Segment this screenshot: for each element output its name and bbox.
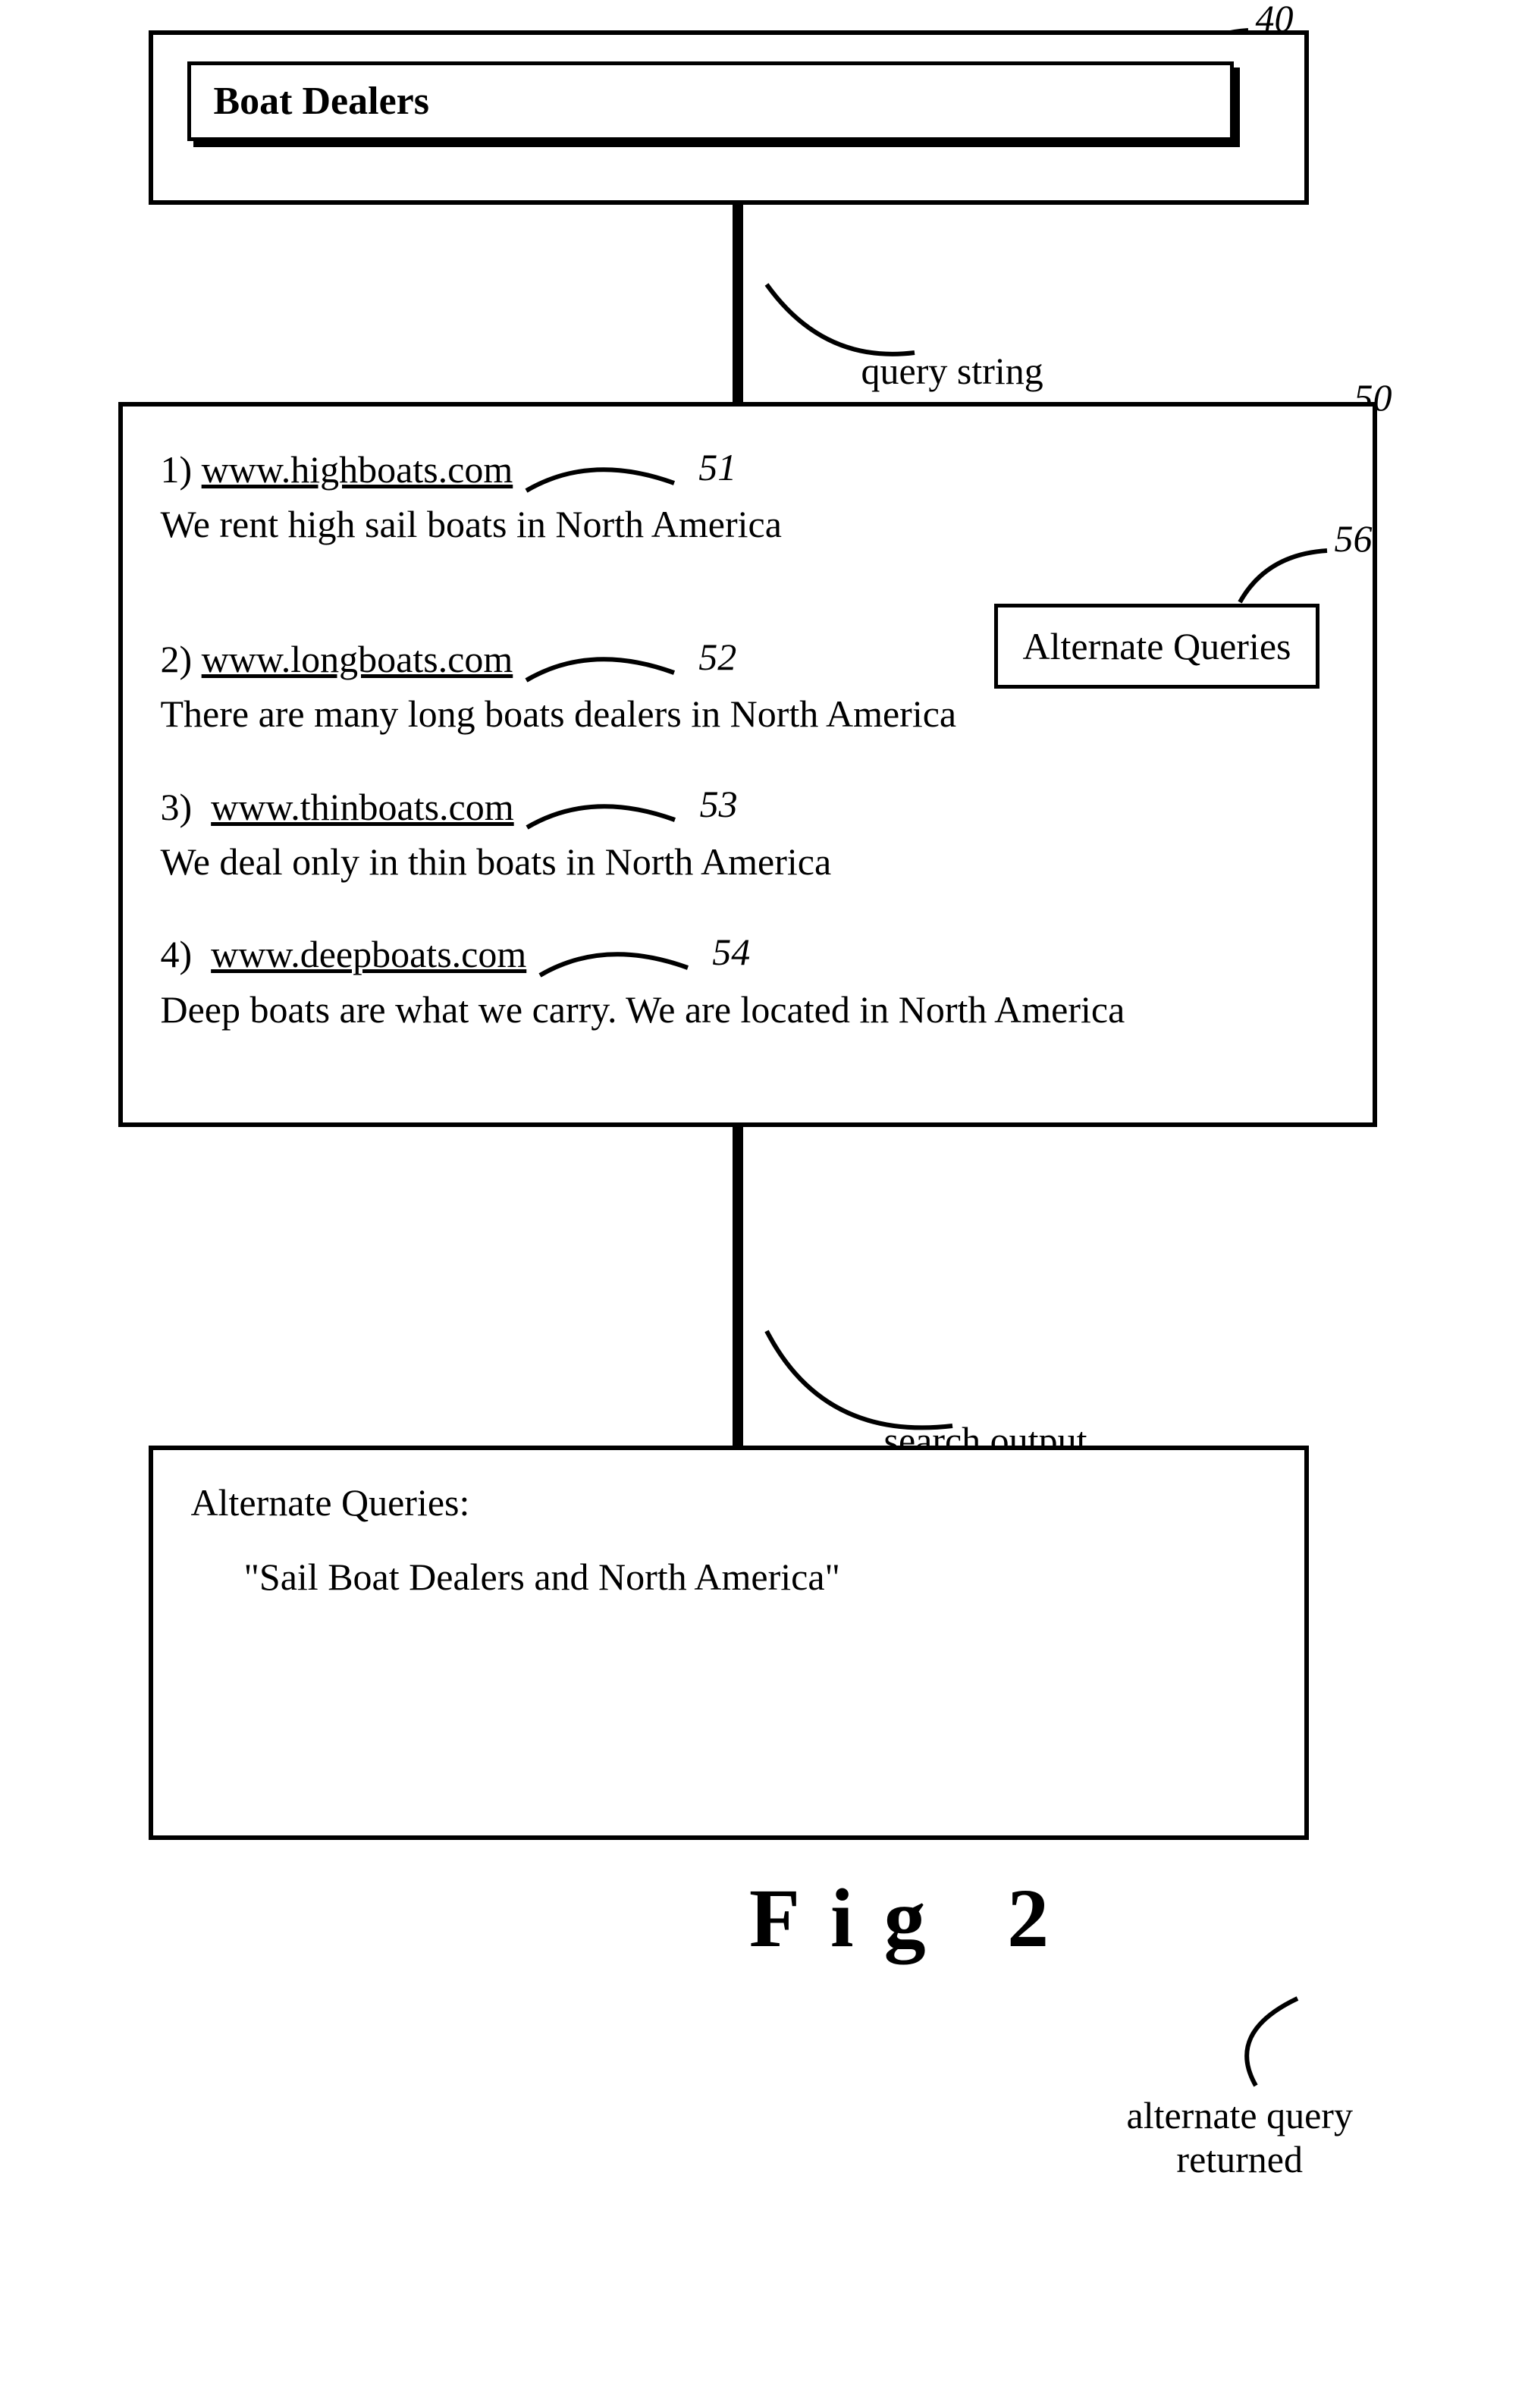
alt-title: Alternate Queries:: [191, 1480, 1266, 1524]
connector-search: [733, 1127, 743, 1446]
results-panel: 1) www.highboats.com 51 We rent high sai…: [118, 402, 1377, 1127]
ref-53: 53: [700, 783, 738, 825]
result-link[interactable]: www.longboats.com: [202, 638, 513, 680]
ref-52: 52: [698, 636, 736, 678]
label-alt-returned: alternate query returned: [1127, 2093, 1353, 2181]
ref-51: 51: [698, 446, 736, 488]
ref-56: 56: [1335, 516, 1373, 560]
figure-label: Fig 2: [384, 1870, 1445, 1967]
result-index: 2): [161, 638, 193, 680]
result-index: 3): [161, 786, 193, 828]
result-link[interactable]: www.thinboats.com: [211, 786, 514, 828]
result-item: 3) www.thinboats.com 53 We deal only in …: [161, 782, 1342, 888]
ref-54: 54: [712, 931, 750, 973]
query-input-panel: Boat Dealers: [149, 30, 1309, 205]
result-desc: We rent high sail boats in North America: [161, 503, 782, 545]
alt-query: "Sail Boat Dealers and North America": [244, 1555, 1266, 1599]
result-item: 1) www.highboats.com 51 We rent high sai…: [161, 444, 1342, 551]
result-item: 4) www.deepboats.com 54 Deep boats are w…: [161, 929, 1342, 1035]
result-index: 1): [161, 448, 193, 491]
result-desc: Deep boats are what we carry. We are loc…: [161, 988, 1125, 1031]
result-desc: We deal only in thin boats in North Amer…: [161, 840, 832, 883]
result-desc: There are many long boats dealers in Nor…: [161, 692, 957, 735]
alternate-queries-button[interactable]: Alternate Queries: [994, 604, 1319, 689]
result-link[interactable]: www.highboats.com: [202, 448, 513, 491]
query-input[interactable]: Boat Dealers: [187, 61, 1234, 141]
connector-query: [733, 205, 743, 402]
alternate-queries-panel: Alternate Queries: "Sail Boat Dealers an…: [149, 1446, 1309, 1840]
result-link[interactable]: www.deepboats.com: [211, 933, 526, 975]
result-index: 4): [161, 933, 193, 975]
label-query-string: query string: [861, 349, 1043, 393]
